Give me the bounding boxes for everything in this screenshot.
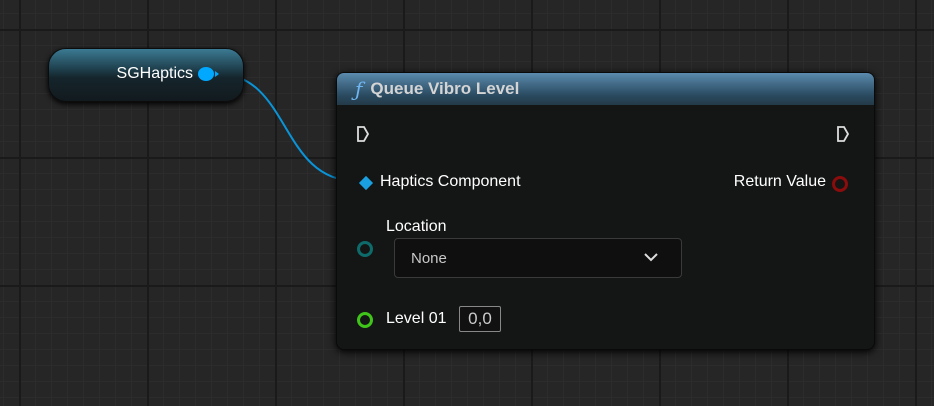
object-output-pin[interactable] — [198, 67, 219, 81]
level-label: Level 01 — [386, 310, 447, 327]
haptics-component-pin-icon[interactable] — [358, 175, 374, 191]
location-dropdown[interactable]: None — [394, 238, 682, 278]
node-title: Queue Vibro Level — [370, 79, 520, 98]
chevron-down-icon — [644, 253, 658, 262]
level-value-input[interactable]: 0,0 — [459, 306, 501, 332]
haptics-component-label: Haptics Component — [380, 173, 521, 190]
return-value-label: Return Value — [733, 173, 826, 190]
function-node-queue-vibro-level[interactable]: ƒ Queue Vibro Level Haptics Component Re… — [336, 72, 875, 350]
function-icon: ƒ — [355, 77, 363, 101]
exec-output-pin-icon[interactable] — [837, 126, 849, 142]
location-pin-icon[interactable] — [357, 241, 373, 257]
level-pin-icon[interactable] — [357, 312, 373, 328]
node-header[interactable]: ƒ Queue Vibro Level — [337, 73, 874, 105]
exec-input-pin-icon[interactable] — [357, 126, 369, 142]
location-selected-value: None — [411, 250, 447, 267]
location-label: Location — [386, 218, 447, 235]
variable-label: SGHaptics — [116, 65, 193, 82]
return-value-pin-icon[interactable] — [832, 176, 848, 192]
